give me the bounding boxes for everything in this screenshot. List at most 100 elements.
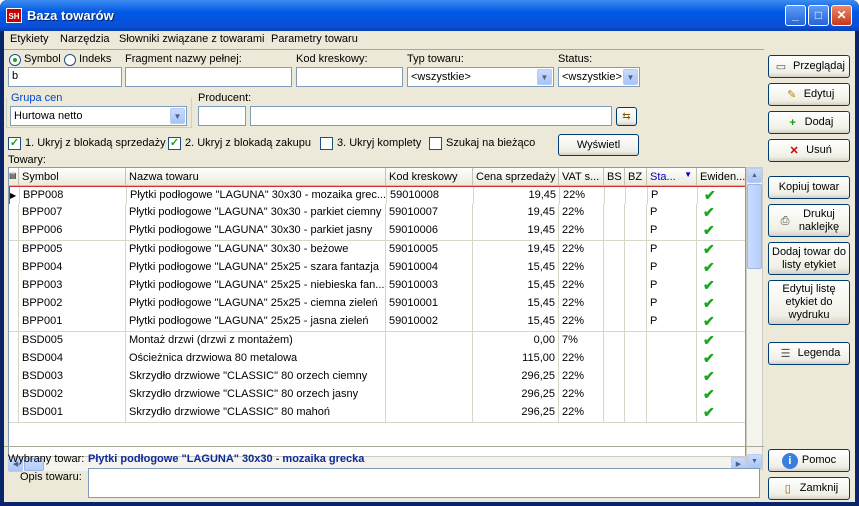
table-row[interactable]: BPP005 Płytki podłogowe "LAGUNA" 30x30 - … <box>9 240 745 260</box>
description-input[interactable] <box>88 468 760 498</box>
table-row[interactable]: ▶ BPP008 Płytki podłogowe "LAGUNA" 30x30 -… <box>9 186 745 205</box>
cell-price[interactable]: 15,45 <box>473 258 559 277</box>
cell-bs[interactable] <box>604 258 625 277</box>
cell-name[interactable]: Płytki podłogowe "LAGUNA" 30x30 - parkie… <box>126 204 386 223</box>
cell-tracked[interactable]: ✔ <box>697 368 745 386</box>
cell-barcode[interactable]: 59010003 <box>386 277 473 295</box>
cell-barcode[interactable] <box>386 368 473 386</box>
current-row-arrow-icon[interactable]: ▶ <box>10 187 20 205</box>
cell-name[interactable]: Płytki podłogowe "LAGUNA" 25x25 - szara … <box>126 258 386 277</box>
hide-sets-checkbox[interactable] <box>320 137 333 150</box>
cell-name[interactable]: Ościeżnica drzwiowa 80 metalowa <box>126 349 386 368</box>
maximize-button[interactable]: □ <box>808 5 829 26</box>
cell-bz[interactable] <box>626 187 648 205</box>
cell-symbol[interactable]: BSD002 <box>19 386 126 405</box>
cell-name[interactable]: Skrzydło drzwiowe "CLASSIC" 80 orzech ja… <box>126 386 386 405</box>
cell-tracked[interactable]: ✔ <box>697 350 745 368</box>
table-row[interactable]: BPP001 Płytki podłogowe "LAGUNA" 25x25 - … <box>9 313 745 333</box>
scroll-down-icon[interactable]: ▼ <box>747 454 762 469</box>
col-symbol[interactable]: Symbol <box>19 168 126 186</box>
cell-price[interactable]: 19,45 <box>473 222 559 241</box>
menu-parametry[interactable]: Parametry towaru <box>271 33 358 45</box>
cell-status[interactable]: P <box>647 277 697 295</box>
producer-lookup-button[interactable]: ⇆ <box>616 107 637 126</box>
symbol-input[interactable]: b <box>8 67 122 87</box>
menu-etykiety[interactable]: Etykiety <box>10 33 49 45</box>
cell-price[interactable]: 15,45 <box>473 277 559 295</box>
row-selector[interactable] <box>9 204 19 223</box>
cell-bz[interactable] <box>625 222 647 241</box>
cell-barcode[interactable]: 59010001 <box>386 295 473 314</box>
chevron-down-icon[interactable]: ▼ <box>623 69 638 85</box>
cell-barcode[interactable] <box>386 404 473 423</box>
cell-vat[interactable]: 22% <box>559 240 604 259</box>
cell-status[interactable] <box>647 349 697 368</box>
cell-barcode[interactable] <box>386 331 473 350</box>
cell-barcode[interactable]: 59010005 <box>386 240 473 259</box>
cell-bs[interactable] <box>604 349 625 368</box>
cell-name[interactable]: Płytki podłogowe "LAGUNA" 30x30 - parkie… <box>126 222 386 241</box>
close-window-button[interactable]: ✕ <box>831 5 852 26</box>
col-vat[interactable]: VAT s... <box>559 168 604 186</box>
browse-button[interactable]: ▭ Przeglądaj <box>768 55 850 78</box>
show-button[interactable]: Wyświetl <box>558 134 639 156</box>
cell-vat[interactable]: 22% <box>559 295 604 314</box>
producer-code-input[interactable] <box>198 106 246 126</box>
table-row[interactable]: BSD003 Skrzydło drzwiowe "CLASSIC" 80 orz… <box>9 368 745 387</box>
cell-name[interactable]: Skrzydło drzwiowe "CLASSIC" 80 mahoń <box>126 404 386 423</box>
cell-tracked[interactable]: ✔ <box>697 259 745 277</box>
cell-vat[interactable]: 22% <box>559 204 604 223</box>
col-tracked[interactable]: Ewiden... <box>697 168 745 186</box>
add-button[interactable]: + Dodaj <box>768 111 850 134</box>
barcode-input[interactable] <box>296 67 403 87</box>
cell-symbol[interactable]: BPP002 <box>19 295 126 314</box>
cell-status[interactable]: P <box>647 295 697 314</box>
cell-vat[interactable]: 22% <box>560 187 605 205</box>
cell-vat[interactable]: 22% <box>559 349 604 368</box>
cell-tracked[interactable]: ✔ <box>697 332 745 350</box>
cell-price[interactable]: 19,45 <box>473 204 559 223</box>
cell-barcode[interactable]: 59010002 <box>386 313 473 332</box>
col-price[interactable]: Cena sprzedaży <box>473 168 559 186</box>
col-bs[interactable]: BS <box>604 168 625 186</box>
cell-symbol[interactable]: BPP003 <box>19 277 126 295</box>
cell-bz[interactable] <box>625 386 647 405</box>
table-row[interactable]: BPP003 Płytki podłogowe "LAGUNA" 25x25 - … <box>9 277 745 296</box>
table-row[interactable]: BSD001 Skrzydło drzwiowe "CLASSIC" 80 mah… <box>9 404 745 424</box>
cell-bs[interactable] <box>604 386 625 405</box>
cell-barcode[interactable]: 59010004 <box>386 258 473 277</box>
cell-price[interactable]: 0,00 <box>473 331 559 350</box>
cell-bz[interactable] <box>625 331 647 350</box>
delete-button[interactable]: ✕ Usuń <box>768 139 850 162</box>
row-selector[interactable] <box>9 368 19 386</box>
cell-name[interactable]: Montaż drzwi (drzwi z montażem) <box>126 331 386 350</box>
cell-tracked[interactable]: ✔ <box>697 277 745 295</box>
chevron-down-icon[interactable]: ▼ <box>537 69 552 85</box>
cell-symbol[interactable]: BPP004 <box>19 258 126 277</box>
cell-price[interactable]: 15,45 <box>473 313 559 332</box>
cell-name[interactable]: Skrzydło drzwiowe "CLASSIC" 80 orzech ci… <box>126 368 386 386</box>
cell-name[interactable]: Płytki podłogowe "LAGUNA" 25x25 - ciemna… <box>126 295 386 314</box>
cell-barcode[interactable]: 59010006 <box>386 222 473 241</box>
cell-barcode[interactable] <box>386 386 473 405</box>
cell-bs[interactable] <box>604 222 625 241</box>
cell-bs[interactable] <box>604 313 625 332</box>
search-live-checkbox[interactable] <box>429 137 442 150</box>
goods-table[interactable]: ▤ Symbol Nazwa towaru Kod kreskowy Cena … <box>8 167 746 470</box>
col-barcode[interactable]: Kod kreskowy <box>386 168 473 186</box>
row-selector[interactable] <box>9 295 19 314</box>
cell-symbol[interactable]: BPP006 <box>19 222 126 241</box>
vscroll-thumb[interactable] <box>747 184 762 269</box>
cell-name[interactable]: Płytki podłogowe "LAGUNA" 30x30 - mozaik… <box>127 187 387 205</box>
edit-button[interactable]: ✎ Edytuj <box>768 83 850 106</box>
chevron-down-icon[interactable]: ▼ <box>170 108 185 124</box>
price-group-select[interactable]: Hurtowa netto ▼ <box>10 106 187 126</box>
cell-status[interactable] <box>647 368 697 386</box>
help-button[interactable]: i Pomoc <box>768 449 850 472</box>
cell-symbol[interactable]: BPP005 <box>19 240 126 259</box>
cell-symbol[interactable]: BSD004 <box>19 349 126 368</box>
copy-button[interactable]: Kopiuj towar <box>768 176 850 199</box>
cell-vat[interactable]: 22% <box>559 313 604 332</box>
table-row[interactable]: BPP007 Płytki podłogowe "LAGUNA" 30x30 - … <box>9 204 745 224</box>
cell-vat[interactable]: 22% <box>559 258 604 277</box>
